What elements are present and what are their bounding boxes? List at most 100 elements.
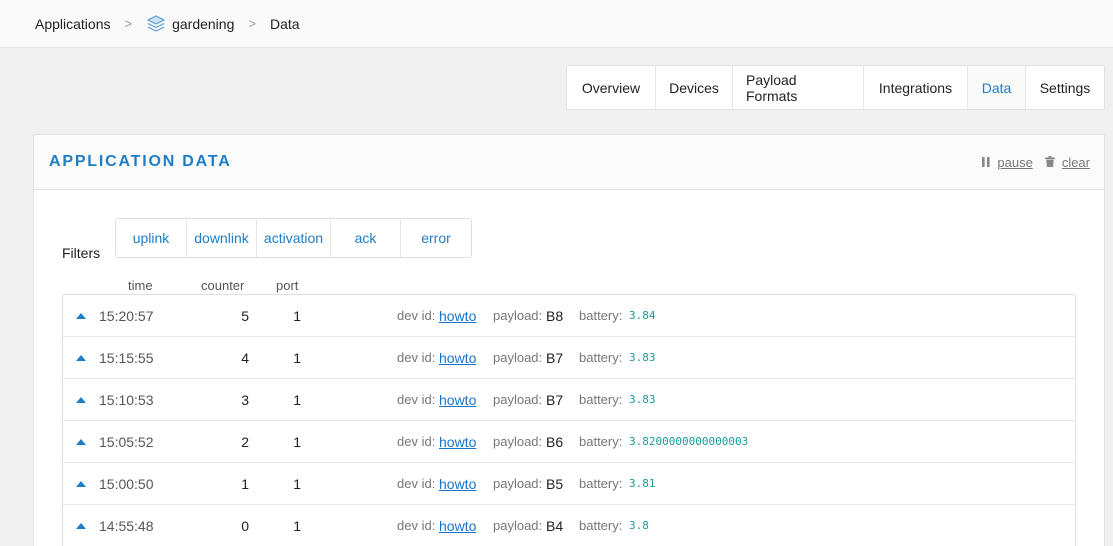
card-header: APPLICATION DATA pause clear [34, 135, 1104, 190]
battery-value: 3.83 [629, 393, 656, 406]
clear-label: clear [1061, 154, 1090, 170]
card-actions: pause clear [970, 155, 1090, 170]
row-port: 1 [293, 307, 301, 324]
battery-value: 3.84 [629, 309, 656, 322]
row-counter: 3 [241, 391, 249, 408]
payload-value: B4 [546, 517, 564, 534]
row-port: 1 [293, 391, 301, 408]
caret-up-icon[interactable] [76, 295, 86, 336]
row-counter: 5 [241, 307, 249, 324]
row-counter: 0 [241, 517, 249, 534]
battery-value: 3.83 [629, 351, 656, 364]
row-time: 15:10:53 [99, 391, 154, 408]
table-row[interactable]: 14:55:48 0 1 dev id: howto payload: B4 b… [63, 505, 1075, 546]
trash-icon [1044, 155, 1055, 170]
row-time: 14:55:48 [99, 517, 154, 534]
table-row[interactable]: 15:00:50 1 1 dev id: howto payload: B5 b… [63, 463, 1075, 505]
breadcrumb-app[interactable]: gardening [146, 14, 234, 34]
filter-ack[interactable]: ack [331, 219, 401, 257]
battery-value: 3.8 [629, 519, 649, 532]
tab-settings[interactable]: Settings [1026, 66, 1104, 109]
payload-value: B6 [546, 433, 564, 450]
payload-value: B7 [546, 391, 564, 408]
payload-label: payload: [493, 308, 543, 323]
application-data-card: APPLICATION DATA pause clear Filters upl… [33, 134, 1105, 546]
battery-value: 3.81 [629, 477, 656, 490]
devid-label: dev id: [397, 350, 436, 365]
battery-label: battery: [579, 392, 623, 407]
row-port: 1 [293, 517, 301, 534]
caret-up-icon[interactable] [76, 379, 86, 420]
filter-downlink[interactable]: downlink [187, 219, 257, 257]
breadcrumb-current: Data [269, 15, 300, 32]
tab-integrations[interactable]: Integrations [864, 66, 968, 109]
row-port: 1 [293, 349, 301, 366]
breadcrumb-applications[interactable]: Applications [35, 16, 111, 32]
row-counter: 1 [241, 475, 249, 492]
column-header-port: port [276, 278, 299, 293]
devid-link[interactable]: howto [439, 295, 476, 336]
column-header-counter: counter [201, 278, 245, 293]
row-port: 1 [293, 433, 301, 450]
table-row[interactable]: 15:05:52 2 1 dev id: howto payload: B6 b… [63, 421, 1075, 463]
tab-devices[interactable]: Devices [656, 66, 733, 109]
devid-link[interactable]: howto [439, 337, 476, 378]
chevron-right-icon: > [124, 16, 133, 31]
row-counter: 4 [241, 349, 249, 366]
caret-up-icon[interactable] [76, 421, 86, 462]
devid-link[interactable]: howto [439, 505, 476, 546]
row-time: 15:15:55 [99, 349, 154, 366]
breadcrumb-app-label: gardening [172, 15, 235, 32]
filter-uplink[interactable]: uplink [116, 219, 187, 257]
devid-label: dev id: [397, 392, 436, 407]
devid-label: dev id: [397, 476, 436, 491]
table-row[interactable]: 15:10:53 3 1 dev id: howto payload: B7 b… [63, 379, 1075, 421]
battery-value: 3.8200000000000003 [629, 435, 749, 448]
filter-activation[interactable]: activation [257, 219, 331, 257]
clear-button[interactable]: clear [1044, 154, 1090, 170]
payload-value: B8 [546, 307, 564, 324]
row-counter: 2 [241, 433, 249, 450]
caret-up-icon[interactable] [76, 337, 86, 378]
pause-icon [982, 155, 990, 170]
battery-label: battery: [579, 518, 623, 533]
filters-label: Filters [62, 245, 101, 261]
table-row[interactable]: 15:15:55 4 1 dev id: howto payload: B7 b… [63, 337, 1075, 379]
data-table: 15:20:57 5 1 dev id: howto payload: B8 b… [62, 294, 1076, 546]
table-row[interactable]: 15:20:57 5 1 dev id: howto payload: B8 b… [63, 295, 1075, 337]
payload-label: payload: [493, 350, 543, 365]
row-time: 15:20:57 [99, 307, 154, 324]
devid-label: dev id: [397, 518, 436, 533]
payload-label: payload: [493, 518, 543, 533]
row-time: 15:05:52 [99, 433, 154, 450]
devid-link[interactable]: howto [439, 463, 476, 504]
stack-icon [146, 14, 166, 34]
column-header-time: time [128, 278, 153, 293]
card-title: APPLICATION DATA [49, 153, 232, 170]
payload-label: payload: [493, 476, 543, 491]
devid-link[interactable]: howto [439, 421, 476, 462]
battery-label: battery: [579, 434, 623, 449]
caret-up-icon[interactable] [76, 505, 86, 546]
tab-bar: Overview Devices Payload Formats Integra… [566, 65, 1105, 110]
devid-label: dev id: [397, 434, 436, 449]
filter-error[interactable]: error [401, 219, 471, 257]
tab-overview[interactable]: Overview [567, 66, 656, 109]
chevron-right-icon: > [248, 16, 256, 31]
payload-label: payload: [493, 434, 543, 449]
devid-link[interactable]: howto [439, 379, 476, 420]
devid-label: dev id: [397, 308, 436, 323]
pause-button[interactable]: pause [982, 155, 1033, 170]
tab-data[interactable]: Data [968, 66, 1026, 109]
payload-value: B5 [546, 475, 564, 492]
battery-label: battery: [579, 308, 623, 323]
filter-group: uplink downlink activation ack error [115, 218, 472, 258]
caret-up-icon[interactable] [76, 463, 86, 504]
row-port: 1 [293, 475, 301, 492]
battery-label: battery: [579, 476, 623, 491]
breadcrumb: Applications > gardening > Data [0, 0, 1113, 48]
payload-value: B7 [546, 349, 564, 366]
battery-label: battery: [579, 350, 623, 365]
tab-payload-formats[interactable]: Payload Formats [733, 66, 864, 109]
payload-label: payload: [493, 392, 543, 407]
